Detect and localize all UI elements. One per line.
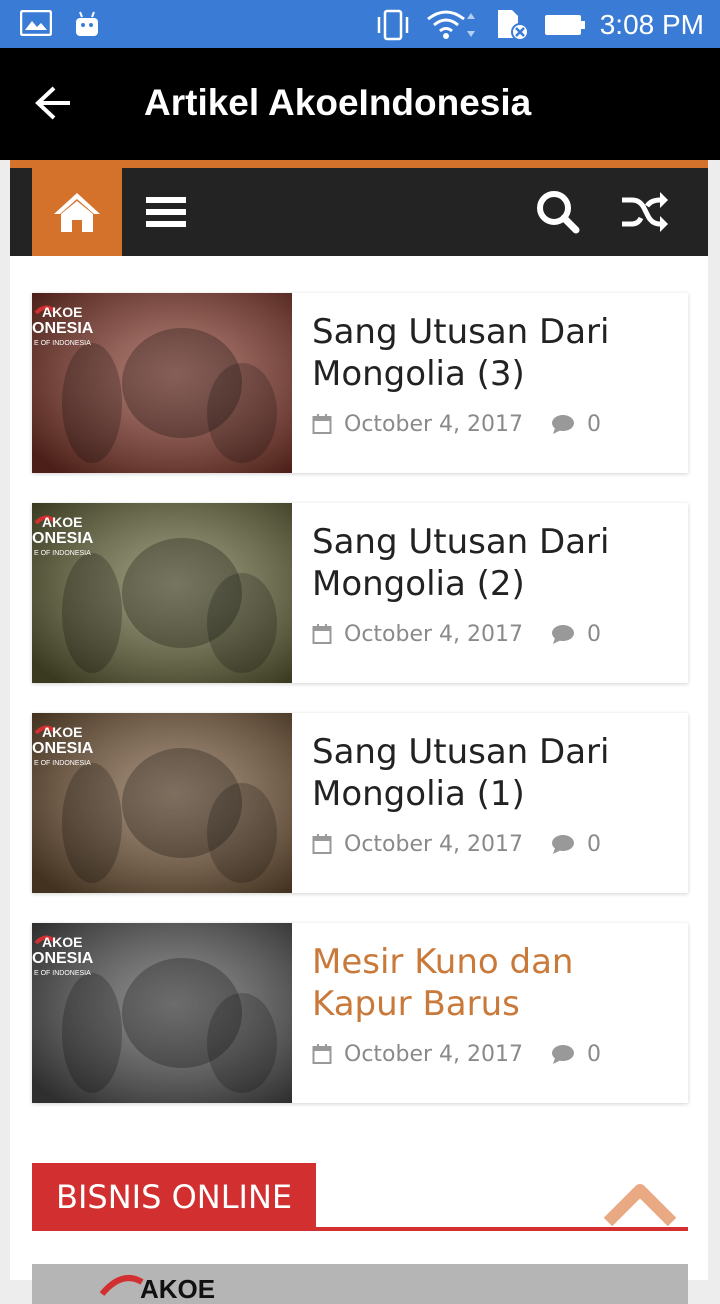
status-bar: 3:08 PM: [0, 0, 720, 48]
article-title[interactable]: Sang Utusan Dari Mongolia (1): [312, 731, 672, 815]
article-card[interactable]: AKOE ONESIA E OF INDONESIA Mesir Kuno da…: [32, 923, 688, 1103]
comment-count[interactable]: 0: [587, 622, 601, 647]
calendar-icon: [312, 834, 332, 854]
wifi-icon: [426, 10, 475, 39]
vibrate-icon: [377, 9, 408, 41]
article-title-line: Mesir Kuno dan: [312, 942, 574, 982]
article-title-line: Mongolia (2): [312, 564, 525, 604]
thumb-logo-text: ONESIA: [32, 950, 94, 967]
site-nav-bar: [10, 168, 708, 256]
section-title[interactable]: BISNIS ONLINE: [32, 1163, 317, 1231]
article-meta: October 4, 2017 0: [312, 1039, 601, 1069]
menu-icon[interactable]: [140, 186, 192, 238]
search-icon[interactable]: [532, 186, 584, 238]
calendar-icon: [312, 414, 332, 434]
comment-icon: [552, 415, 575, 434]
battery-icon: [544, 15, 585, 35]
article-title-line: Mongolia (1): [312, 774, 525, 814]
thumb-logo-text: ONESIA: [32, 740, 94, 757]
article-date[interactable]: October 4, 2017: [344, 412, 523, 437]
thumb-logo-text: AKOE: [42, 514, 82, 530]
article-date[interactable]: October 4, 2017: [344, 1042, 523, 1067]
thumb-logo-tagline: E OF INDONESIA: [34, 550, 91, 557]
article-title-line: Sang Utusan Dari: [312, 522, 610, 562]
app-bar: Artikel AkoeIndonesia: [0, 48, 720, 160]
article-meta: October 4, 2017 0: [312, 829, 601, 859]
article-date[interactable]: October 4, 2017: [344, 832, 523, 857]
comment-icon: [552, 1045, 575, 1064]
comment-count[interactable]: 0: [587, 1042, 601, 1067]
comment-icon: [552, 625, 575, 644]
section-header: BISNIS ONLINE: [32, 1163, 688, 1233]
thumb-logo-text: ONESIA: [32, 530, 94, 547]
app-title: Artikel AkoeIndonesia: [144, 82, 532, 123]
gallery-notification-icon: [20, 10, 52, 36]
article-thumbnail[interactable]: AKOE ONESIA E OF INDONESIA: [32, 503, 292, 683]
comment-count[interactable]: 0: [587, 832, 601, 857]
thumb-logo-text: AKOE: [42, 304, 82, 320]
calendar-icon: [312, 1044, 332, 1064]
web-content: AKOE ONESIA E OF INDONESIA Sang Utusan D…: [10, 160, 708, 1304]
article-thumbnail[interactable]: AKOE ONESIA E OF INDONESIA: [32, 713, 292, 893]
next-section-thumbnail[interactable]: AKOE: [32, 1264, 688, 1304]
thumb-logo-text: AKOE: [42, 934, 82, 950]
back-arrow-icon[interactable]: [30, 80, 80, 126]
article-thumbnail[interactable]: AKOE ONESIA E OF INDONESIA: [32, 293, 292, 473]
home-icon: [54, 193, 100, 232]
article-meta: October 4, 2017 0: [312, 409, 601, 439]
accent-divider: [10, 160, 708, 168]
article-date[interactable]: October 4, 2017: [344, 622, 523, 647]
thumb-logo-tagline: E OF INDONESIA: [34, 340, 91, 347]
thumb-logo-text: AKOE: [42, 724, 82, 740]
article-title-line: Mongolia (3): [312, 354, 525, 394]
article-card[interactable]: AKOE ONESIA E OF INDONESIA Sang Utusan D…: [32, 713, 688, 893]
thumb-logo-text: ONESIA: [32, 320, 94, 337]
clock: 3:08 PM: [599, 9, 704, 40]
article-title-line: Sang Utusan Dari: [312, 732, 610, 772]
article-title-line: Sang Utusan Dari: [312, 312, 610, 352]
article-meta: October 4, 2017 0: [312, 619, 601, 649]
sd-card-icon: [497, 10, 529, 41]
scroll-to-top-icon[interactable]: [602, 1178, 678, 1228]
calendar-icon: [312, 624, 332, 644]
article-title[interactable]: Sang Utusan Dari Mongolia (3): [312, 311, 672, 395]
thumb-logo-tagline: E OF INDONESIA: [34, 970, 91, 977]
article-thumbnail[interactable]: AKOE ONESIA E OF INDONESIA: [32, 923, 292, 1103]
comment-count[interactable]: 0: [587, 412, 601, 437]
article-card[interactable]: AKOE ONESIA E OF INDONESIA Sang Utusan D…: [32, 503, 688, 683]
section-underline: [32, 1227, 688, 1231]
thumb-logo-tagline: E OF INDONESIA: [34, 760, 91, 767]
comment-icon: [552, 835, 575, 854]
android-notification-icon: [76, 11, 98, 36]
article-title-line: Kapur Barus: [312, 984, 520, 1024]
article-title[interactable]: Sang Utusan Dari Mongolia (2): [312, 521, 672, 605]
article-title[interactable]: Mesir Kuno dan Kapur Barus: [312, 941, 672, 1025]
home-button[interactable]: [32, 168, 122, 256]
article-card[interactable]: AKOE ONESIA E OF INDONESIA Sang Utusan D…: [32, 293, 688, 473]
shuffle-icon[interactable]: [618, 186, 670, 238]
thumb-logo-text: AKOE: [140, 1274, 215, 1304]
